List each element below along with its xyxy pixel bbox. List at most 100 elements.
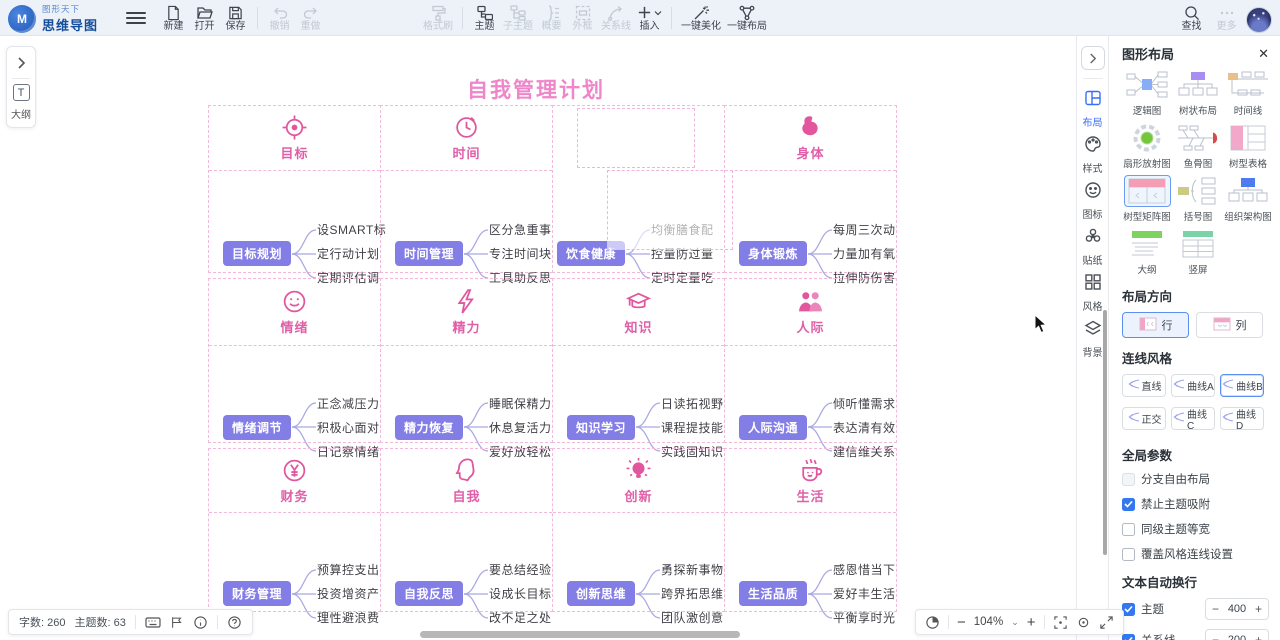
decrement-button[interactable]: − (1212, 634, 1219, 640)
group-header[interactable]: 情绪 (209, 279, 380, 346)
fullscreen-icon[interactable] (1099, 615, 1114, 630)
branch-node[interactable]: 精力恢复 (395, 415, 463, 440)
open-button[interactable]: 打开 (189, 2, 220, 34)
leaf-topic[interactable]: 积极心面对 (317, 415, 380, 439)
group-header[interactable]: 财务 (209, 449, 380, 513)
group-header[interactable]: 生活 (725, 449, 896, 513)
layout-option-竖屏[interactable]: 竖屏 (1174, 228, 1221, 276)
group-title[interactable]: 目标 (280, 143, 308, 162)
new-button[interactable]: 新建 (158, 2, 189, 34)
branch-node[interactable]: 自我反思 (395, 581, 463, 606)
branch-node[interactable]: 时间管理 (395, 241, 463, 266)
strip-item-icon[interactable]: 图标 (1083, 181, 1103, 221)
legend-flag-icon[interactable] (170, 615, 184, 630)
leaf-topic[interactable]: 勇探新事物 (661, 558, 724, 582)
line-style-正交-button[interactable]: 正交 (1122, 407, 1166, 430)
expand-left-panel-icon[interactable] (11, 53, 31, 73)
leaf-topic[interactable]: 团队激创意 (661, 606, 724, 630)
group-title[interactable]: 生活 (796, 486, 824, 505)
topic-button[interactable]: 主题 (469, 2, 500, 34)
leaf-topic[interactable]: 休息复活力 (489, 415, 552, 439)
group-title[interactable]: 知识 (624, 317, 652, 336)
auto-layout-button[interactable]: 一键布局 (724, 2, 770, 34)
leaf-topic[interactable]: 表达清有效 (833, 415, 896, 439)
leaf-topic[interactable]: 预算控支出 (317, 558, 380, 582)
checkbox[interactable] (1122, 634, 1135, 640)
group-header[interactable]: 精力 (381, 279, 552, 346)
strip-item-style[interactable]: 样式 (1083, 135, 1103, 175)
leaf-topic[interactable]: 投资增资产 (317, 582, 380, 606)
group-header[interactable]: 人际 (725, 279, 896, 346)
help-icon[interactable] (227, 615, 242, 630)
layout-option-大纲[interactable]: 大纲 (1122, 228, 1172, 276)
leaf-topic[interactable]: 区分急重事 (489, 218, 552, 242)
leaf-topic[interactable]: 平衡享时光 (833, 606, 896, 630)
group-header[interactable]: 目标 (209, 106, 380, 171)
option-分支自由布局[interactable]: 分支自由布局 (1122, 471, 1269, 487)
zoom-caret-icon[interactable]: ⌄ (1011, 617, 1019, 628)
layout-option-树状布局[interactable]: 树状布局 (1174, 69, 1221, 117)
leaf-topic[interactable]: 倾听懂需求 (833, 391, 896, 415)
group-title[interactable]: 时间 (452, 143, 480, 162)
decrement-button[interactable]: − (1212, 603, 1219, 615)
fit-screen-icon[interactable] (1053, 615, 1068, 630)
checkbox[interactable] (1122, 548, 1135, 561)
leaf-topic[interactable]: 力量加有氧 (833, 242, 896, 266)
checkbox[interactable] (1122, 523, 1135, 536)
leaf-topic[interactable]: 理性避浪费 (317, 606, 380, 630)
beautify-button[interactable]: 一键美化 (678, 2, 724, 34)
info-icon[interactable] (193, 615, 208, 630)
leaf-topic[interactable]: 日读拓视野 (661, 391, 724, 415)
close-icon[interactable]: ✕ (1258, 47, 1269, 60)
line-style-曲线A-button[interactable]: 曲线A (1171, 374, 1215, 397)
group-title[interactable]: 创新 (624, 486, 652, 505)
option-禁止主题吸附[interactable]: 禁止主题吸附 (1122, 496, 1269, 512)
strip-item-theme[interactable]: 风格 (1083, 273, 1103, 313)
strip-item-sticker[interactable]: 贴纸 (1083, 227, 1103, 267)
layout-option-逻辑图[interactable]: 逻辑图 (1122, 69, 1172, 117)
group-header[interactable]: 创新 (553, 449, 724, 513)
layout-option-树型矩阵图[interactable]: 树型矩阵图 (1122, 175, 1172, 223)
outline-icon[interactable]: T (13, 84, 30, 101)
line-style-曲线D-button[interactable]: 曲线D (1220, 407, 1264, 430)
zoom-level[interactable]: 104% (974, 616, 1003, 628)
leaf-topic[interactable]: 爱好丰生活 (833, 582, 896, 606)
layout-option-鱼骨图[interactable]: 鱼骨图 (1174, 122, 1221, 170)
keyboard-shortcuts-icon[interactable] (145, 614, 161, 630)
leaf-topic[interactable]: 睡眠保精力 (489, 391, 552, 415)
increment-button[interactable]: + (1255, 634, 1262, 640)
save-button[interactable]: 保存 (220, 2, 251, 34)
line-style-直线-button[interactable]: 直线 (1122, 374, 1166, 397)
zoom-in-button[interactable]: + (1027, 615, 1036, 630)
strip-item-background[interactable]: 背景 (1083, 319, 1103, 359)
collapse-panel-icon[interactable] (1081, 46, 1105, 70)
layout-option-扇形放射图[interactable]: 扇形放射图 (1122, 122, 1172, 170)
leaf-topic[interactable]: 专注时间块 (489, 242, 552, 266)
branch-node[interactable]: 财务管理 (223, 581, 291, 606)
layout-option-组织架构图[interactable]: 组织架构图 (1223, 175, 1273, 223)
group-title[interactable]: 精力 (452, 317, 480, 336)
empty-topic-placeholder[interactable] (607, 170, 733, 250)
branch-node[interactable]: 目标规划 (223, 241, 291, 266)
group-title[interactable]: 自我 (452, 486, 480, 505)
option-同级主题等宽[interactable]: 同级主题等宽 (1122, 521, 1269, 537)
group-header[interactable]: 自我 (381, 449, 552, 513)
strip-item-layout[interactable]: 布局 (1083, 89, 1103, 129)
branch-node[interactable]: 生活品质 (739, 581, 807, 606)
leaf-topic[interactable]: 设SMART标 (317, 218, 386, 242)
group-title[interactable]: 情绪 (280, 317, 308, 336)
zoom-out-button[interactable]: − (957, 615, 966, 630)
empty-topic-placeholder[interactable] (577, 108, 695, 168)
leaf-topic[interactable]: 改不足之处 (489, 606, 552, 630)
layout-option-树型表格[interactable]: 树型表格 (1223, 122, 1273, 170)
minimap-icon[interactable] (925, 615, 940, 630)
group-header[interactable]: 身体 (725, 106, 896, 171)
option-覆盖风格连线设置[interactable]: 覆盖风格连线设置 (1122, 546, 1269, 562)
increment-button[interactable]: + (1255, 603, 1262, 615)
leaf-topic[interactable]: 正念减压力 (317, 391, 380, 415)
branch-node[interactable]: 人际沟通 (739, 415, 807, 440)
leaf-topic[interactable]: 设成长目标 (489, 582, 552, 606)
leaf-topic[interactable]: 定行动计划 (317, 242, 386, 266)
line-style-曲线B-button[interactable]: 曲线B (1220, 374, 1264, 397)
direction-行-button[interactable]: 行 (1122, 312, 1189, 338)
